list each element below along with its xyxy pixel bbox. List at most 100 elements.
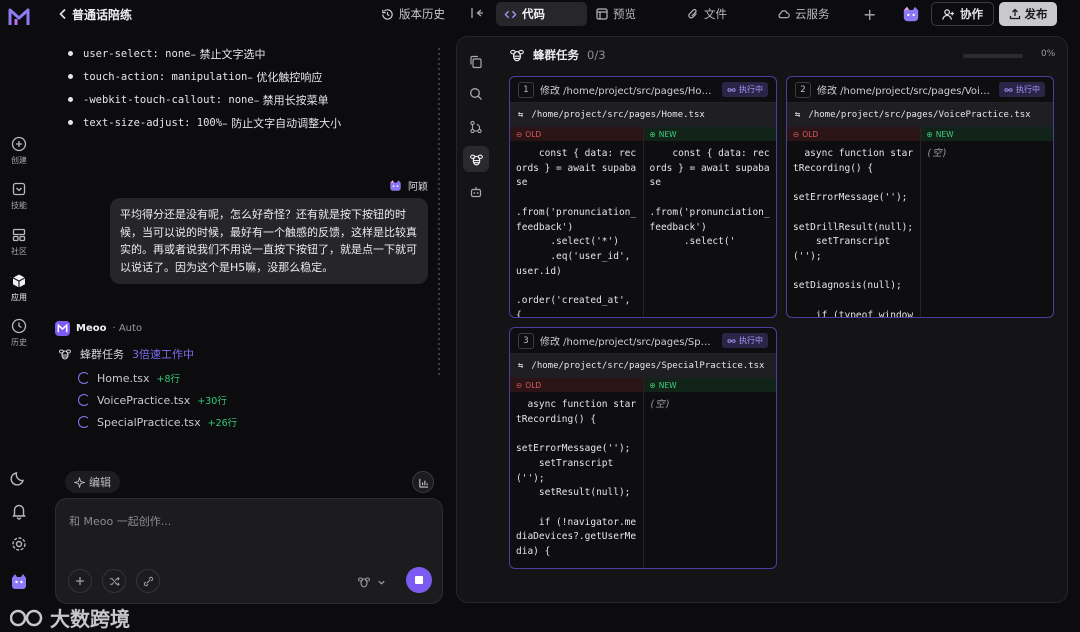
task-card[interactable]: 3 修改 /home/project/src/pages/SpecialPrac… [509, 327, 777, 569]
code-panel: 蜂群任务 0/3 0% 1 修改 /home/project/src/pages… [456, 36, 1068, 603]
minus-circle-icon: ⊖ [516, 380, 523, 390]
composer-tools [68, 569, 160, 593]
scroll-indicator[interactable] [438, 48, 440, 378]
loading-spinner-icon [78, 394, 90, 406]
tab-label: 代码 [522, 7, 545, 21]
rail-community[interactable]: 社区 [0, 227, 38, 257]
edit-chip[interactable]: 编辑 [65, 471, 120, 493]
diff-columns: ⊖ OLD ⊕ NEW [787, 127, 1053, 141]
chat-panel: user-select: none – 禁止文字选中 touch-action:… [10, 28, 448, 631]
agent-selector[interactable] [357, 575, 386, 589]
add-tab-button[interactable]: + [863, 5, 876, 24]
tab-files[interactable]: 文件 [679, 2, 735, 26]
plus-circle-icon: ⊕ [649, 380, 656, 390]
minus-circle-icon: ⊖ [793, 129, 800, 139]
tab-cloud[interactable]: 云服务 [769, 2, 838, 26]
bee-icon [469, 154, 483, 165]
task-card[interactable]: 1 修改 /home/project/src/pages/Home.tsx 执行… [509, 76, 777, 318]
rail-create[interactable]: 创建 [0, 136, 38, 166]
chat-composer[interactable]: 和 Meoo 一起创作... [55, 498, 443, 604]
plus-circle-icon [11, 136, 27, 152]
old-column-header: ⊖ OLD [510, 127, 644, 141]
app-rail: 创建 技能 社区 应用 历史 [0, 0, 38, 613]
loading-spinner-icon [78, 416, 90, 428]
stats-button[interactable] [412, 471, 434, 493]
watermark-text: 大数跨境 [50, 607, 130, 631]
tab-label: 预览 [613, 7, 636, 21]
list-item: touch-action: manipulation – 优化触控响应 [68, 65, 341, 88]
robot-icon [470, 187, 482, 198]
plugin-icon [143, 576, 153, 586]
collaborate-label: 协作 [960, 7, 983, 21]
diff-body: async function startRecording() { setErr… [510, 392, 776, 568]
gear-icon[interactable] [9, 534, 29, 554]
collaborate-button[interactable]: 协作 [931, 2, 994, 26]
composer-placeholder[interactable]: 和 Meoo 一起创作... [69, 513, 171, 529]
task-title: 修改 /home/project/src/pages/VoicePractice… [817, 86, 993, 97]
list-item: -webkit-touch-callout: none – 禁用长按菜单 [68, 88, 341, 111]
publish-label: 发布 [1024, 7, 1048, 21]
rail-skills[interactable]: 技能 [0, 181, 38, 211]
bell-icon[interactable] [9, 501, 29, 521]
file-item[interactable]: VoicePractice.tsx +30行 [78, 389, 237, 411]
chevron-down-icon [378, 580, 385, 585]
file-path: ⇆/home/project/src/pages/SpecialPractice… [510, 354, 776, 378]
task-title: 修改 /home/project/src/pages/Home.tsx [540, 86, 716, 97]
tab-label: 云服务 [795, 7, 830, 21]
new-column-header: ⊕ NEW [920, 127, 1053, 141]
list-item: user-select: none – 禁止文字选中 [68, 42, 341, 65]
minus-circle-icon: ⊖ [516, 129, 523, 139]
cloud-icon [778, 10, 790, 19]
back-icon[interactable] [58, 8, 68, 20]
moon-icon[interactable] [9, 468, 29, 488]
tab-preview[interactable]: 预览 [588, 2, 644, 26]
edit-label: 编辑 [89, 476, 111, 489]
git-branch-icon [470, 120, 482, 134]
copy-tool[interactable] [463, 49, 489, 75]
bee-icon [59, 349, 71, 360]
file-item[interactable]: SpecialPractice.tsx +26行 [78, 411, 237, 433]
watermark-logo-icon [10, 609, 43, 626]
version-history-button[interactable]: 版本历史 [381, 6, 445, 22]
infinity-icon [727, 87, 736, 92]
rail-apps[interactable]: 应用 [0, 273, 38, 303]
new-code: (空) [649, 399, 671, 410]
collaborator-avatar-icon[interactable] [902, 5, 920, 23]
watermark: 大数跨境 [10, 603, 130, 632]
old-column-header: ⊖ OLD [510, 378, 644, 392]
plugin-button[interactable] [136, 569, 160, 593]
task-progress-label: 0% [1041, 49, 1056, 59]
panel-header: 蜂群任务 0/3 [509, 47, 606, 63]
task-title: 修改 /home/project/src/pages/SpecialPracti… [540, 337, 716, 348]
attach-button[interactable] [68, 569, 92, 593]
diff-body: async function startRecording() { setErr… [787, 141, 1053, 317]
bee-icon [358, 577, 370, 588]
diff-columns: ⊖ OLD ⊕ NEW [510, 378, 776, 392]
tab-label: 文件 [704, 7, 727, 21]
task-card[interactable]: 2 修改 /home/project/src/pages/VoicePracti… [786, 76, 1054, 318]
app-logo[interactable] [7, 6, 31, 28]
bot-tool[interactable] [463, 179, 489, 205]
diff-columns: ⊖ OLD ⊕ NEW [510, 127, 776, 141]
publish-button[interactable]: 发布 [999, 2, 1057, 26]
rail-history[interactable]: 历史 [0, 318, 38, 348]
tab-code[interactable]: 代码 [496, 2, 587, 26]
shuffle-button[interactable] [102, 569, 126, 593]
new-column-header: ⊕ NEW [643, 378, 776, 392]
new-code: const { data: records } = await supabase… [649, 148, 770, 248]
shuffle-icon [109, 576, 120, 586]
user-avatar-icon[interactable] [9, 571, 29, 591]
project-title: 普通话陪练 [72, 8, 133, 22]
task-number: 3 [518, 332, 534, 349]
search-tool[interactable] [463, 81, 489, 107]
upload-icon [1009, 8, 1020, 20]
diff-icon: ⇆ [795, 110, 801, 120]
user-name: 阿颖 [408, 182, 428, 193]
meoo-logo-icon [55, 321, 70, 336]
swarm-tool[interactable] [463, 146, 489, 172]
stop-button[interactable] [406, 567, 432, 593]
git-tool[interactable] [463, 114, 489, 140]
collapse-panel-icon[interactable] [470, 6, 484, 20]
assistant-header: Meoo · Auto [55, 321, 142, 336]
file-item[interactable]: Home.tsx +8行 [78, 367, 237, 389]
